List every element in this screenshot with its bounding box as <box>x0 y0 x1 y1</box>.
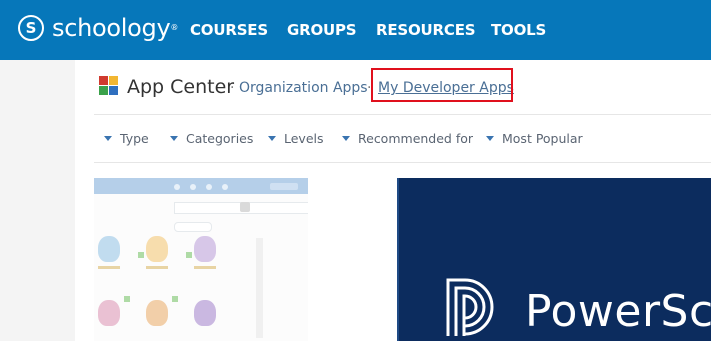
thumbnail-character <box>146 300 168 326</box>
filter-recommended-for[interactable]: Recommended for <box>342 131 473 147</box>
filter-divider <box>94 162 711 163</box>
filter-label: Recommended for <box>358 131 474 146</box>
powerschool-featured-tile[interactable]: PowerSc <box>397 178 711 341</box>
thumbnail-character <box>146 236 168 262</box>
thumbnail-character <box>98 300 120 326</box>
thumbnail-character <box>98 236 120 262</box>
thumbnail-scrollbar <box>256 238 263 338</box>
highlight-box <box>371 68 513 102</box>
caret-down-icon <box>170 136 178 141</box>
thumbnail-character-label <box>146 266 168 269</box>
thumbnail-avatar <box>240 202 250 212</box>
nav-groups[interactable]: GROUPS <box>287 20 357 40</box>
caret-down-icon <box>268 136 276 141</box>
filter-label: Type <box>120 131 149 146</box>
filter-label: Most Popular <box>502 131 583 146</box>
top-navigation-bar: S schoology® COURSES GROUPS RESOURCES TO… <box>0 0 711 60</box>
caret-down-icon <box>342 136 350 141</box>
thumbnail-filter-pill <box>174 222 212 232</box>
thumbnail-nav-dot <box>222 184 228 190</box>
filter-most-popular[interactable]: Most Popular <box>486 131 583 147</box>
thumbnail-user-menu <box>270 183 298 190</box>
nav-tools[interactable]: TOOLS <box>491 20 546 40</box>
header-divider <box>94 114 711 115</box>
thumbnail-status-tag <box>186 252 192 258</box>
thumbnail-character <box>194 236 216 262</box>
logo-wordmark: schoology <box>52 14 171 42</box>
trademark-symbol: ® <box>170 23 179 32</box>
thumbnail-status-tag <box>172 296 178 302</box>
thumbnail-character-label <box>194 266 216 269</box>
filter-levels[interactable]: Levels <box>268 131 324 147</box>
schoology-logo-text: schoology® <box>52 15 178 41</box>
nav-courses[interactable]: COURSES <box>190 20 268 40</box>
page-title: App Center <box>127 76 235 98</box>
thumbnail-nav-dot <box>206 184 212 190</box>
caret-down-icon <box>104 136 112 141</box>
thumbnail-character-label <box>98 266 120 269</box>
caret-down-icon <box>486 136 494 141</box>
nav-resources[interactable]: RESOURCES <box>376 20 476 40</box>
filter-categories[interactable]: Categories <box>170 131 253 147</box>
app-thumbnail-screenshot[interactable] <box>94 178 308 341</box>
powerschool-brand-text: PowerSc <box>525 286 711 337</box>
thumbnail-status-tag <box>124 296 130 302</box>
filter-type[interactable]: Type <box>104 131 149 147</box>
breadcrumb-organization-apps[interactable]: Organization Apps <box>239 79 368 97</box>
breadcrumb-separator: · <box>230 80 235 96</box>
thumbnail-status-tag <box>138 252 144 258</box>
filter-label: Categories <box>186 131 254 146</box>
app-center-icon <box>99 76 118 95</box>
thumbnail-character <box>194 300 216 326</box>
powerschool-logo-icon <box>446 278 494 336</box>
schoology-logo-icon: S <box>18 15 44 41</box>
thumbnail-nav-dot <box>174 184 180 190</box>
thumbnail-nav-dot <box>190 184 196 190</box>
left-gutter <box>0 60 75 341</box>
tile-edge <box>397 178 399 341</box>
filter-label: Levels <box>284 131 324 146</box>
